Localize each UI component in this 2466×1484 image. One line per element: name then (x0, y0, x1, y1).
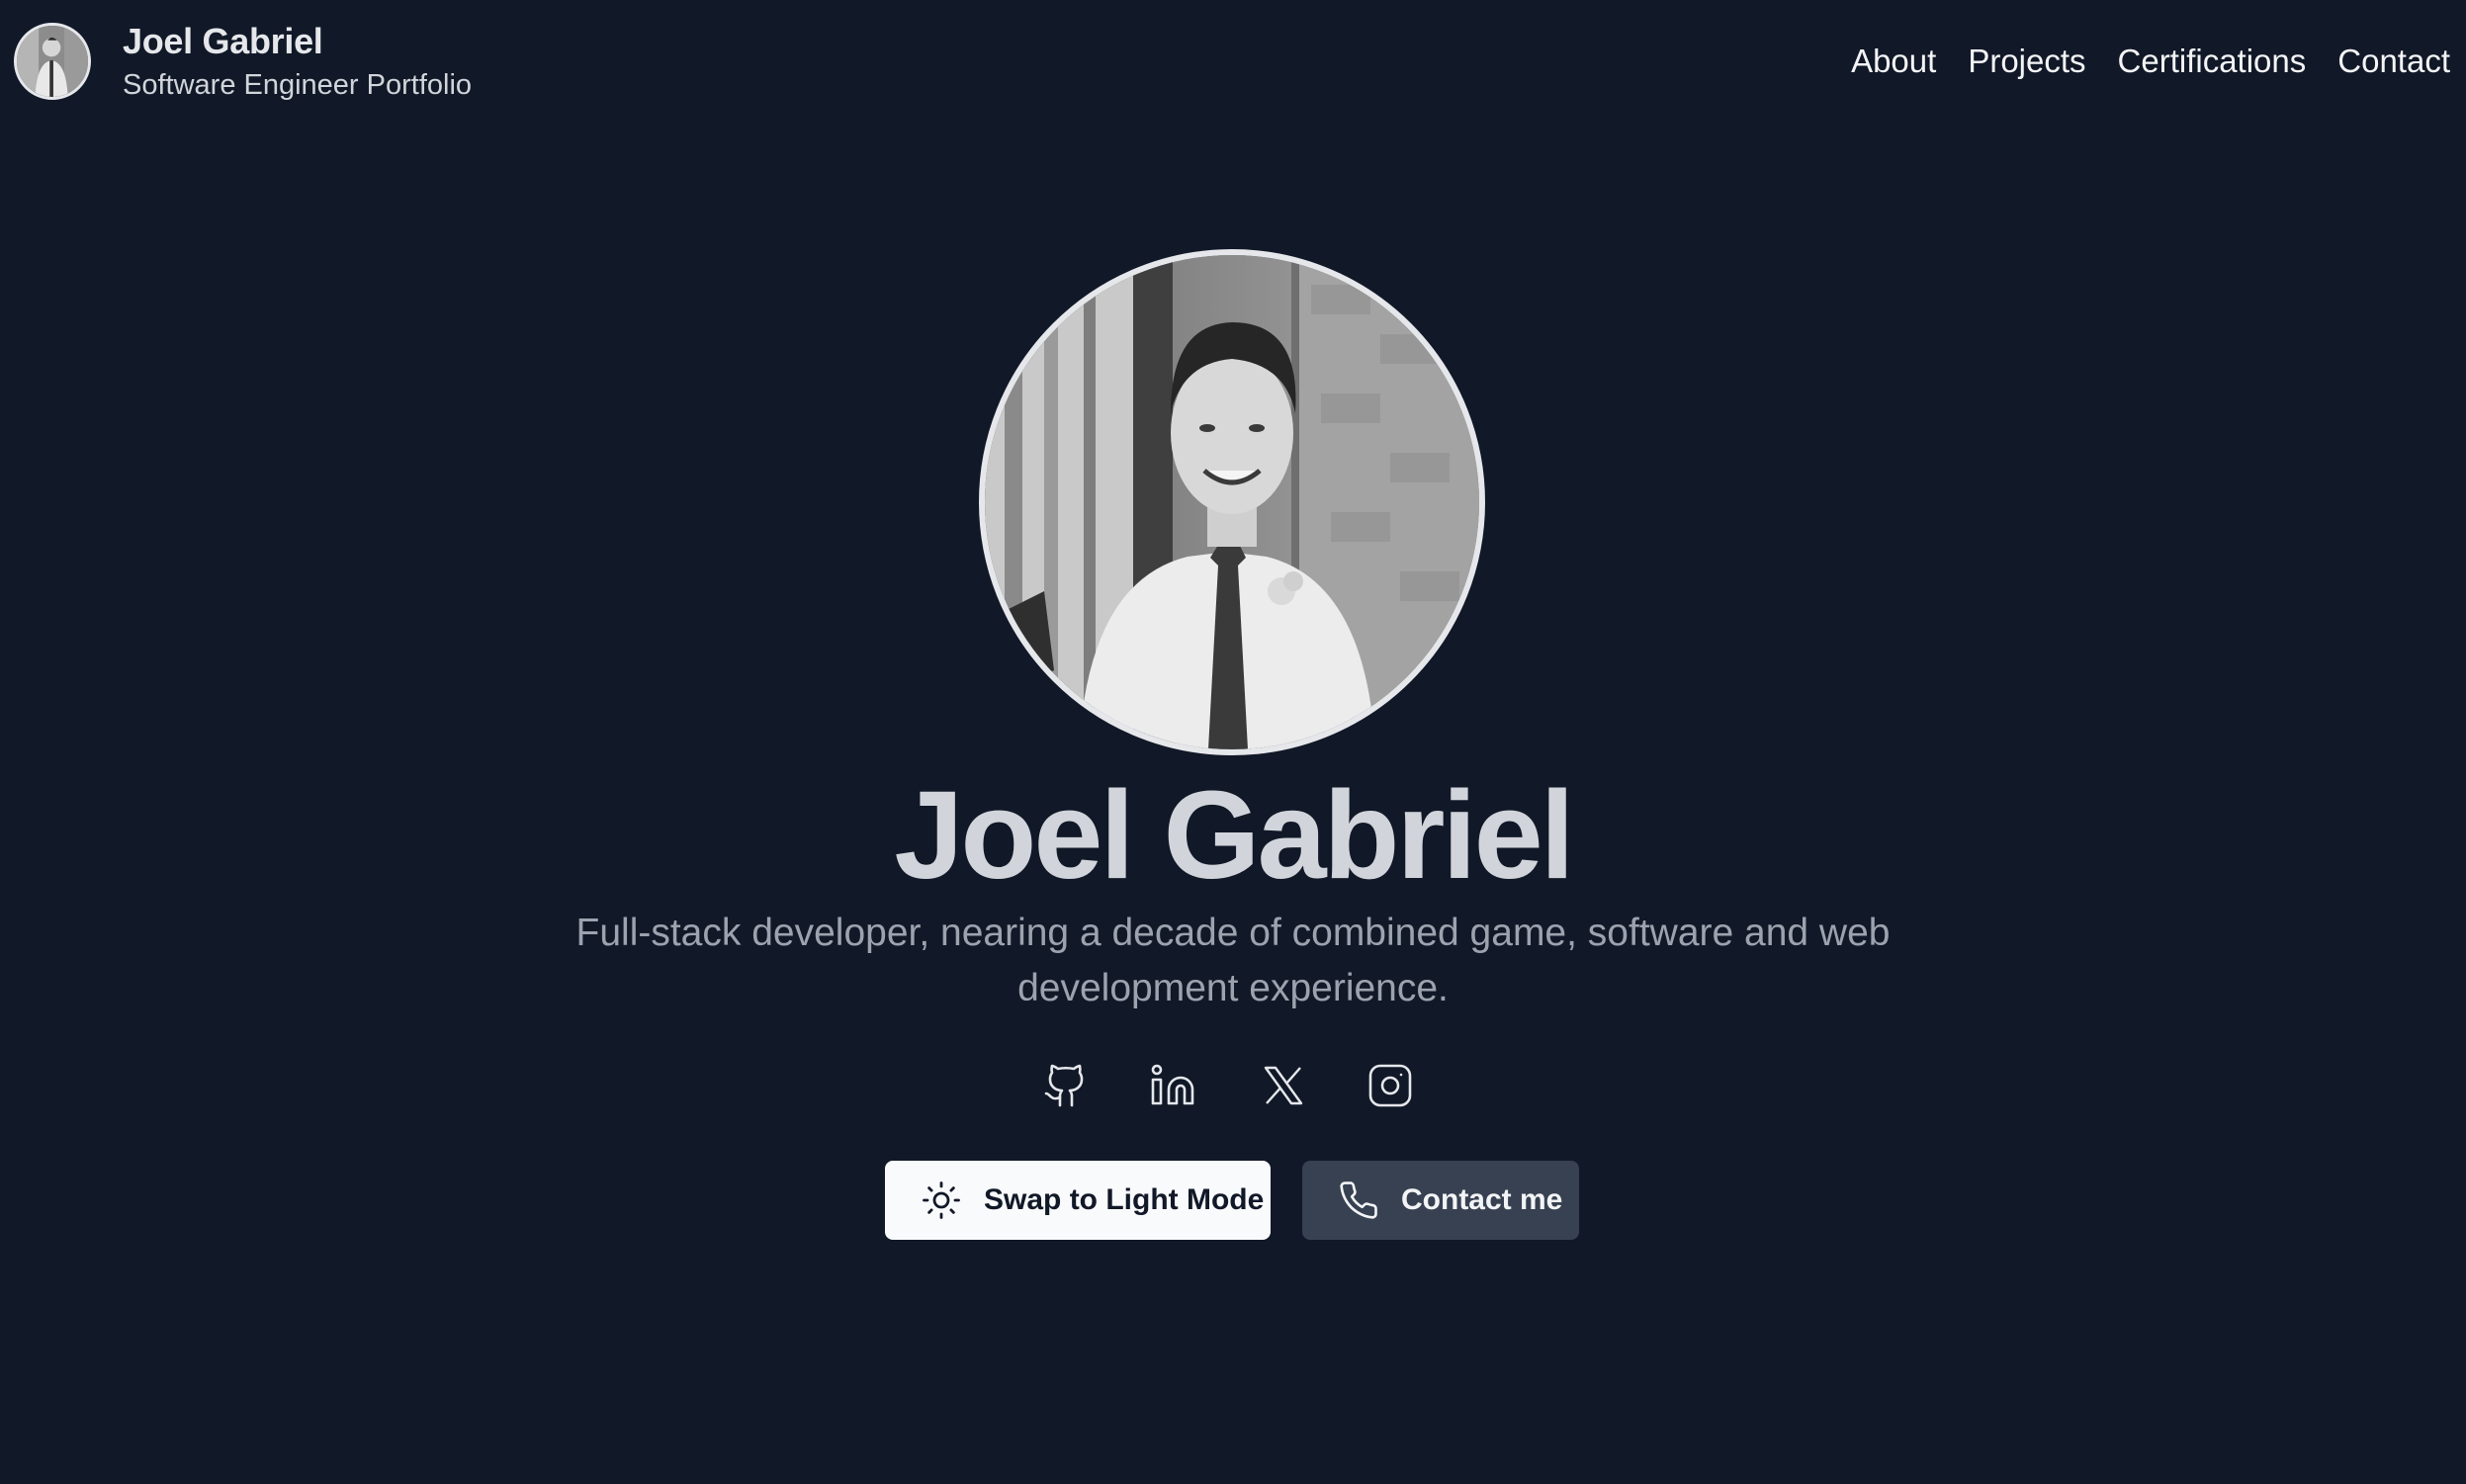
brand[interactable]: Joel Gabriel Software Engineer Portfolio (14, 20, 472, 103)
phone-icon (1338, 1179, 1379, 1221)
portfolio-page: Joel Gabriel Software Engineer Portfolio… (0, 0, 2466, 1484)
x-twitter-icon (1264, 1066, 1303, 1105)
hero-description: Full-stack developer, nearing a decade o… (575, 912, 1891, 1009)
brand-name[interactable]: Joel Gabriel (123, 20, 472, 63)
swap-theme-label: Swap to Light Mode (984, 1183, 1265, 1216)
contact-me-button[interactable]: Contact me (1302, 1161, 1579, 1240)
header-avatar[interactable] (14, 23, 91, 100)
hero-profile-photo (979, 249, 1485, 755)
profile-photo-icon (17, 26, 88, 97)
nav-link-about[interactable]: About (1851, 42, 1936, 81)
instagram-link[interactable] (1363, 1058, 1418, 1113)
main-nav: About Projects Certifications Contact (1851, 42, 2450, 81)
brand-subtitle: Software Engineer Portfolio (123, 69, 473, 101)
github-link[interactable] (1038, 1058, 1094, 1113)
site-header: Joel Gabriel Software Engineer Portfolio… (0, 0, 2466, 123)
instagram-icon (1368, 1064, 1412, 1107)
nav-link-certifications[interactable]: Certifications (2118, 42, 2307, 81)
brand-text: Joel Gabriel Software Engineer Portfolio (123, 20, 472, 103)
nav-link-projects[interactable]: Projects (1968, 42, 2085, 81)
linkedin-link[interactable] (1145, 1058, 1200, 1113)
sun-icon (921, 1179, 962, 1221)
linkedin-icon (1151, 1064, 1194, 1105)
swap-theme-button[interactable]: Swap to Light Mode (885, 1161, 1271, 1240)
nav-link-contact[interactable]: Contact (2337, 42, 2450, 81)
profile-photo-icon (985, 255, 1479, 749)
hero-title: Joel Gabriel (894, 765, 1574, 905)
contact-me-label: Contact me (1401, 1183, 1563, 1216)
github-icon (1044, 1064, 1084, 1107)
social-links (1038, 1058, 1428, 1113)
x-twitter-link[interactable] (1256, 1058, 1311, 1113)
